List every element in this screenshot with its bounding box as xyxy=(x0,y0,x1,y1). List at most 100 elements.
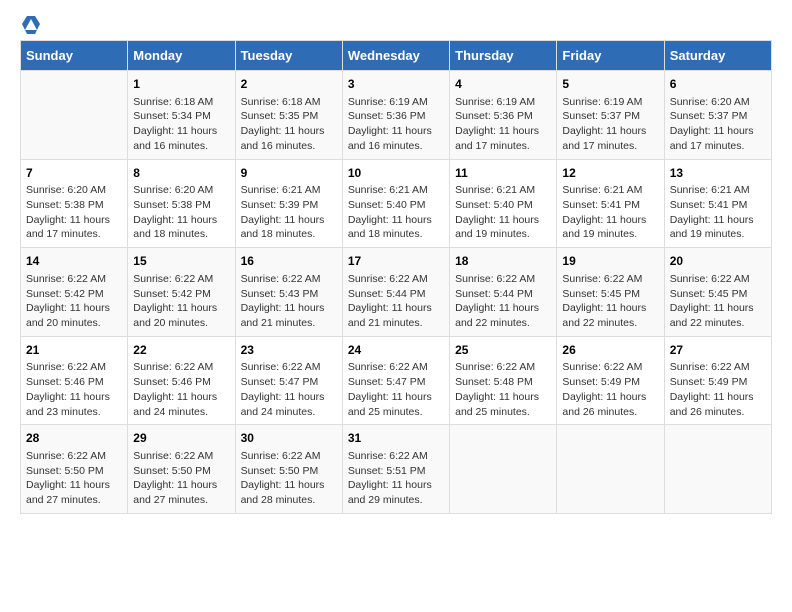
week-row-5: 28 Sunrise: 6:22 AM Sunset: 5:50 PM Dayli… xyxy=(21,425,772,514)
calendar-cell: 10Sunrise: 6:21 AM Sunset: 5:40 PM Dayli… xyxy=(342,159,449,248)
calendar-cell xyxy=(450,425,557,514)
calendar-cell: 20 Sunrise: 6:22 AM Sunset: 5:45 PM Dayli… xyxy=(664,248,771,337)
page-header xyxy=(20,20,772,30)
cell-sun-info: Sunrise: 6:21 AM Sunset: 5:41 PM Dayligh… xyxy=(670,183,766,242)
day-number: 11 xyxy=(455,165,551,182)
day-number: 23 xyxy=(241,342,337,359)
calendar-cell: 12Sunrise: 6:21 AM Sunset: 5:41 PM Dayli… xyxy=(557,159,664,248)
day-number: 17 xyxy=(348,253,444,270)
day-number: 24 xyxy=(348,342,444,359)
day-header-sunday: Sunday xyxy=(21,41,128,71)
week-row-4: 21Sunrise: 6:22 AM Sunset: 5:46 PM Dayli… xyxy=(21,336,772,425)
cell-sun-info: Sunrise: 6:22 AM Sunset: 5:50 PM Dayligh… xyxy=(133,449,229,508)
calendar-cell: 3 Sunrise: 6:19 AM Sunset: 5:36 PM Daylig… xyxy=(342,71,449,160)
cell-sun-info: Sunrise: 6:22 AM Sunset: 5:42 PM Dayligh… xyxy=(26,272,122,331)
cell-sun-info: Sunrise: 6:21 AM Sunset: 5:39 PM Dayligh… xyxy=(241,183,337,242)
day-number: 2 xyxy=(241,76,337,93)
day-number: 1 xyxy=(133,76,229,93)
cell-sun-info: Sunrise: 6:19 AM Sunset: 5:36 PM Dayligh… xyxy=(348,95,444,154)
calendar-table: SundayMondayTuesdayWednesdayThursdayFrid… xyxy=(20,40,772,514)
day-number: 20 xyxy=(670,253,766,270)
cell-sun-info: Sunrise: 6:22 AM Sunset: 5:47 PM Dayligh… xyxy=(348,360,444,419)
day-number: 30 xyxy=(241,430,337,447)
cell-sun-info: Sunrise: 6:22 AM Sunset: 5:46 PM Dayligh… xyxy=(133,360,229,419)
day-number: 16 xyxy=(241,253,337,270)
cell-sun-info: Sunrise: 6:21 AM Sunset: 5:40 PM Dayligh… xyxy=(455,183,551,242)
cell-sun-info: Sunrise: 6:22 AM Sunset: 5:46 PM Dayligh… xyxy=(26,360,122,419)
cell-sun-info: Sunrise: 6:22 AM Sunset: 5:50 PM Dayligh… xyxy=(241,449,337,508)
day-number: 5 xyxy=(562,76,658,93)
day-number: 27 xyxy=(670,342,766,359)
cell-sun-info: Sunrise: 6:20 AM Sunset: 5:38 PM Dayligh… xyxy=(26,183,122,242)
calendar-cell: 13Sunrise: 6:21 AM Sunset: 5:41 PM Dayli… xyxy=(664,159,771,248)
calendar-cell: 25Sunrise: 6:22 AM Sunset: 5:48 PM Dayli… xyxy=(450,336,557,425)
day-header-friday: Friday xyxy=(557,41,664,71)
day-number: 31 xyxy=(348,430,444,447)
day-number: 28 xyxy=(26,430,122,447)
cell-sun-info: Sunrise: 6:22 AM Sunset: 5:48 PM Dayligh… xyxy=(455,360,551,419)
day-number: 9 xyxy=(241,165,337,182)
cell-sun-info: Sunrise: 6:20 AM Sunset: 5:38 PM Dayligh… xyxy=(133,183,229,242)
calendar-cell: 1Sunrise: 6:18 AM Sunset: 5:34 PM Daylig… xyxy=(128,71,235,160)
week-row-3: 14 Sunrise: 6:22 AM Sunset: 5:42 PM Dayli… xyxy=(21,248,772,337)
day-number: 14 xyxy=(26,253,122,270)
calendar-cell: 31 Sunrise: 6:22 AM Sunset: 5:51 PM Dayli… xyxy=(342,425,449,514)
week-row-2: 7Sunrise: 6:20 AM Sunset: 5:38 PM Daylig… xyxy=(21,159,772,248)
calendar-cell: 27Sunrise: 6:22 AM Sunset: 5:49 PM Dayli… xyxy=(664,336,771,425)
calendar-cell: 17 Sunrise: 6:22 AM Sunset: 5:44 PM Dayli… xyxy=(342,248,449,337)
cell-sun-info: Sunrise: 6:19 AM Sunset: 5:36 PM Dayligh… xyxy=(455,95,551,154)
cell-sun-info: Sunrise: 6:20 AM Sunset: 5:37 PM Dayligh… xyxy=(670,95,766,154)
logo-triangle-icon xyxy=(22,16,40,34)
day-number: 6 xyxy=(670,76,766,93)
cell-sun-info: Sunrise: 6:22 AM Sunset: 5:44 PM Dayligh… xyxy=(348,272,444,331)
day-number: 13 xyxy=(670,165,766,182)
cell-sun-info: Sunrise: 6:22 AM Sunset: 5:49 PM Dayligh… xyxy=(562,360,658,419)
cell-sun-info: Sunrise: 6:22 AM Sunset: 5:50 PM Dayligh… xyxy=(26,449,122,508)
day-number: 4 xyxy=(455,76,551,93)
logo xyxy=(20,20,40,30)
calendar-cell: 4 Sunrise: 6:19 AM Sunset: 5:36 PM Daylig… xyxy=(450,71,557,160)
cell-sun-info: Sunrise: 6:21 AM Sunset: 5:40 PM Dayligh… xyxy=(348,183,444,242)
day-number: 10 xyxy=(348,165,444,182)
cell-sun-info: Sunrise: 6:22 AM Sunset: 5:42 PM Dayligh… xyxy=(133,272,229,331)
day-number: 29 xyxy=(133,430,229,447)
calendar-cell xyxy=(557,425,664,514)
day-number: 18 xyxy=(455,253,551,270)
day-header-thursday: Thursday xyxy=(450,41,557,71)
cell-sun-info: Sunrise: 6:19 AM Sunset: 5:37 PM Dayligh… xyxy=(562,95,658,154)
day-number: 12 xyxy=(562,165,658,182)
day-number: 7 xyxy=(26,165,122,182)
calendar-cell: 19 Sunrise: 6:22 AM Sunset: 5:45 PM Dayli… xyxy=(557,248,664,337)
calendar-cell: 14 Sunrise: 6:22 AM Sunset: 5:42 PM Dayli… xyxy=(21,248,128,337)
calendar-cell: 2Sunrise: 6:18 AM Sunset: 5:35 PM Daylig… xyxy=(235,71,342,160)
calendar-cell: 7Sunrise: 6:20 AM Sunset: 5:38 PM Daylig… xyxy=(21,159,128,248)
day-number: 8 xyxy=(133,165,229,182)
calendar-cell: 21Sunrise: 6:22 AM Sunset: 5:46 PM Dayli… xyxy=(21,336,128,425)
calendar-cell: 24Sunrise: 6:22 AM Sunset: 5:47 PM Dayli… xyxy=(342,336,449,425)
calendar-cell: 29 Sunrise: 6:22 AM Sunset: 5:50 PM Dayli… xyxy=(128,425,235,514)
calendar-cell: 15 Sunrise: 6:22 AM Sunset: 5:42 PM Dayli… xyxy=(128,248,235,337)
cell-sun-info: Sunrise: 6:22 AM Sunset: 5:51 PM Dayligh… xyxy=(348,449,444,508)
calendar-cell xyxy=(664,425,771,514)
day-number: 26 xyxy=(562,342,658,359)
day-number: 21 xyxy=(26,342,122,359)
cell-sun-info: Sunrise: 6:22 AM Sunset: 5:43 PM Dayligh… xyxy=(241,272,337,331)
cell-sun-info: Sunrise: 6:22 AM Sunset: 5:45 PM Dayligh… xyxy=(562,272,658,331)
cell-sun-info: Sunrise: 6:22 AM Sunset: 5:49 PM Dayligh… xyxy=(670,360,766,419)
day-number: 19 xyxy=(562,253,658,270)
calendar-cell: 5 Sunrise: 6:19 AM Sunset: 5:37 PM Daylig… xyxy=(557,71,664,160)
cell-sun-info: Sunrise: 6:22 AM Sunset: 5:45 PM Dayligh… xyxy=(670,272,766,331)
day-number: 15 xyxy=(133,253,229,270)
calendar-cell: 16 Sunrise: 6:22 AM Sunset: 5:43 PM Dayli… xyxy=(235,248,342,337)
calendar-cell xyxy=(21,71,128,160)
calendar-cell: 30 Sunrise: 6:22 AM Sunset: 5:50 PM Dayli… xyxy=(235,425,342,514)
calendar-cell: 26Sunrise: 6:22 AM Sunset: 5:49 PM Dayli… xyxy=(557,336,664,425)
calendar-cell: 9Sunrise: 6:21 AM Sunset: 5:39 PM Daylig… xyxy=(235,159,342,248)
cell-sun-info: Sunrise: 6:21 AM Sunset: 5:41 PM Dayligh… xyxy=(562,183,658,242)
day-number: 25 xyxy=(455,342,551,359)
calendar-cell: 6 Sunrise: 6:20 AM Sunset: 5:37 PM Daylig… xyxy=(664,71,771,160)
day-number: 22 xyxy=(133,342,229,359)
calendar-cell: 18 Sunrise: 6:22 AM Sunset: 5:44 PM Dayli… xyxy=(450,248,557,337)
day-number: 3 xyxy=(348,76,444,93)
cell-sun-info: Sunrise: 6:22 AM Sunset: 5:44 PM Dayligh… xyxy=(455,272,551,331)
